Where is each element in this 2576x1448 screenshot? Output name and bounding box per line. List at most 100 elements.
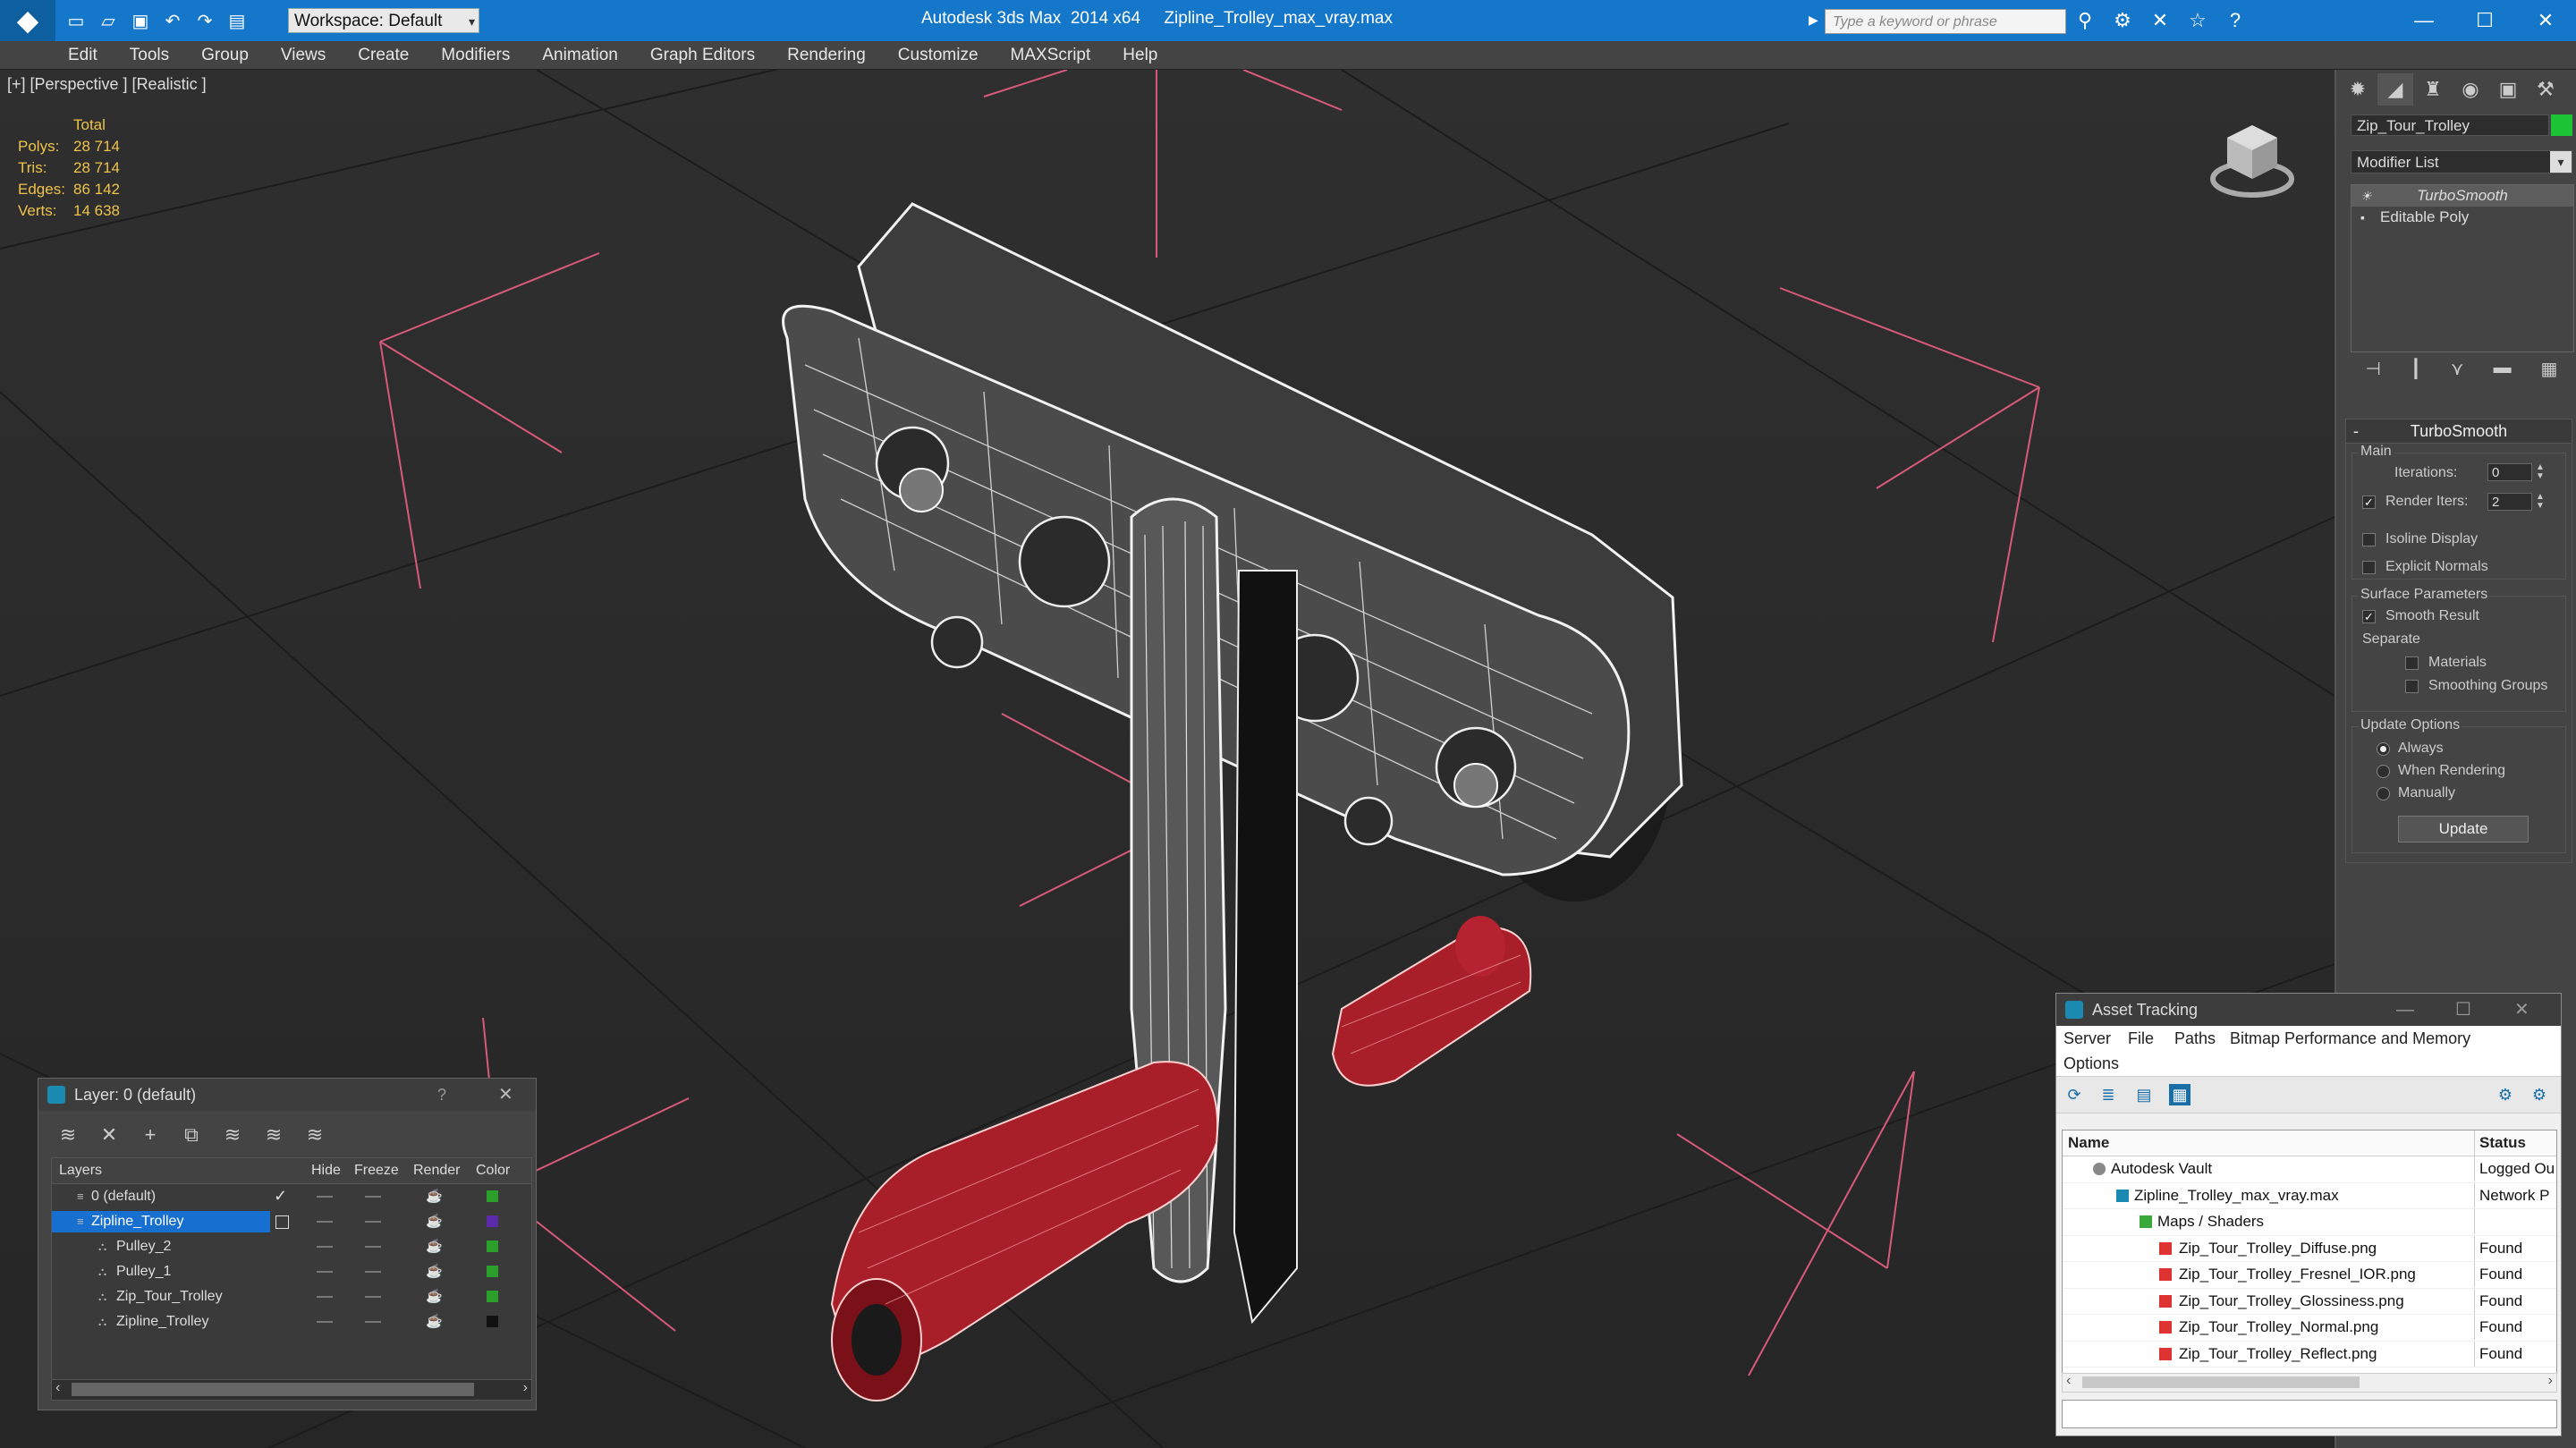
freeze-toggle[interactable] — [365, 1221, 381, 1223]
create-tab-icon[interactable]: ✹ — [2340, 73, 2376, 106]
freeze-toggle[interactable] — [365, 1296, 381, 1298]
asset-name[interactable]: Autodesk Vault — [2111, 1160, 2212, 1178]
close-icon[interactable]: ✕ — [2515, 4, 2576, 38]
layer-row[interactable]: ⛬ Pulley_1 ☕ — [52, 1259, 531, 1284]
asset-dialog-titlebar[interactable]: Asset Tracking — ☐ ✕ — [2056, 994, 2561, 1026]
asset-row[interactable]: Zip_Tour_Trolley_Fresnel_IOR.png Found — [2063, 1262, 2556, 1289]
layer-color-swatch[interactable] — [487, 1316, 498, 1327]
update-button[interactable]: Update — [2398, 816, 2529, 843]
menu-modifiers[interactable]: Modifiers — [441, 46, 510, 65]
turbosmooth-rollout-header[interactable]: - TurboSmooth — [2345, 419, 2572, 444]
freeze-toggle[interactable] — [365, 1246, 381, 1248]
display-tab-icon[interactable]: ▣ — [2490, 73, 2526, 106]
scroll-right-icon[interactable]: › — [2548, 1373, 2553, 1389]
save-icon[interactable]: ▣ — [127, 7, 154, 34]
active-layer-check-icon[interactable]: ✓ — [274, 1187, 287, 1206]
highlight-layer-icon[interactable]: ≋ — [221, 1123, 244, 1147]
layer-color-swatch[interactable] — [487, 1190, 498, 1202]
maximize-icon[interactable]: ☐ — [2455, 994, 2471, 1026]
help-icon[interactable]: ? — [2222, 7, 2249, 34]
col-color[interactable]: Color — [476, 1163, 510, 1179]
object-name[interactable]: Zipline_Trolley — [116, 1314, 208, 1330]
asset-row[interactable]: Zipline_Trolley_max_vray.max Network P — [2063, 1182, 2556, 1209]
select-objects-icon[interactable]: ⧉ — [180, 1123, 203, 1147]
detail-view-icon[interactable]: ▤ — [2133, 1084, 2155, 1105]
undo-icon[interactable]: ↶ — [159, 7, 186, 34]
menu-animation[interactable]: Animation — [542, 46, 618, 65]
layer-color-swatch[interactable] — [487, 1241, 498, 1252]
layer-color-swatch[interactable] — [487, 1291, 498, 1302]
asset-row[interactable]: Maps / Shaders — [2063, 1209, 2556, 1236]
menu-help[interactable]: Help — [1123, 46, 1157, 65]
menu-server[interactable]: Server — [2063, 1029, 2111, 1048]
search-input[interactable]: Type a keyword or phrase — [1825, 9, 2066, 34]
materials-checkbox[interactable] — [2405, 656, 2419, 670]
hide-toggle[interactable] — [317, 1321, 333, 1323]
render-teapot-icon[interactable]: ☕ — [426, 1263, 443, 1279]
object-name-field[interactable]: Zip_Tour_Trolley — [2351, 114, 2549, 136]
asset-row[interactable]: Zip_Tour_Trolley_Reflect.png Found — [2063, 1341, 2556, 1368]
smoothing-groups-checkbox[interactable] — [2405, 680, 2419, 693]
render-iters-spinner[interactable]: 2 — [2487, 493, 2532, 511]
modify-tab-icon[interactable]: ◢ — [2377, 73, 2413, 106]
layer-row[interactable]: ⛬ Pulley_2 ☕ — [52, 1234, 531, 1259]
show-end-result-icon[interactable]: ┃ — [2411, 358, 2421, 380]
menu-graph-editors[interactable]: Graph Editors — [650, 46, 755, 65]
delete-layer-icon[interactable]: ✕ — [97, 1123, 121, 1147]
table-view-icon[interactable]: ▦ — [2169, 1084, 2190, 1105]
menu-bitmap-performance[interactable]: Bitmap Performance and Memory — [2230, 1029, 2470, 1048]
render-teapot-icon[interactable]: ☕ — [426, 1313, 443, 1329]
open-file-icon[interactable]: ▱ — [95, 7, 122, 34]
motion-tab-icon[interactable]: ◉ — [2453, 73, 2488, 106]
hide-toggle[interactable] — [317, 1296, 333, 1298]
list-view-icon[interactable]: ≣ — [2097, 1084, 2119, 1105]
hide-toggle[interactable] — [317, 1246, 333, 1248]
utilities-tab-icon[interactable]: ⚒ — [2528, 73, 2563, 106]
app-logo-icon[interactable]: ◆ — [0, 0, 55, 41]
communication-icon[interactable]: ✕ — [2147, 7, 2174, 34]
menu-customize[interactable]: Customize — [898, 46, 979, 65]
object-name[interactable]: Pulley_2 — [116, 1239, 171, 1255]
vault-connect-icon[interactable]: ⚙ — [2495, 1084, 2516, 1105]
freeze-toggle[interactable] — [365, 1321, 381, 1323]
explicit-normals-checkbox[interactable] — [2362, 561, 2376, 574]
scroll-thumb[interactable] — [2082, 1376, 2360, 1388]
menu-edit[interactable]: Edit — [68, 46, 97, 65]
render-teapot-icon[interactable]: ☕ — [426, 1238, 443, 1254]
update-always-radio[interactable] — [2377, 742, 2390, 756]
menu-rendering[interactable]: Rendering — [787, 46, 866, 65]
object-color-swatch[interactable] — [2551, 114, 2572, 136]
asset-name[interactable]: Zip_Tour_Trolley_Diffuse.png — [2179, 1240, 2377, 1257]
layer-color-swatch[interactable] — [487, 1266, 498, 1277]
render-iters-checkbox[interactable]: ✓ — [2362, 495, 2376, 509]
col-layers[interactable]: Layers — [59, 1163, 102, 1179]
hide-toggle[interactable] — [317, 1271, 333, 1273]
layer-dialog-titlebar[interactable]: Layer: 0 (default) ? ✕ — [38, 1079, 536, 1111]
stack-item-turbosmooth[interactable]: ☀ TurboSmooth — [2351, 185, 2573, 207]
asset-row[interactable]: Autodesk Vault Logged Ou — [2063, 1156, 2556, 1183]
render-teapot-icon[interactable]: ☕ — [426, 1288, 443, 1304]
col-status[interactable]: Status — [2479, 1134, 2526, 1152]
asset-horizontal-scrollbar[interactable]: ‹ › — [2062, 1373, 2557, 1393]
minimize-icon[interactable]: — — [2394, 4, 2454, 38]
close-icon[interactable]: ✕ — [498, 1079, 513, 1111]
project-folder-icon[interactable]: ▤ — [224, 7, 250, 34]
layer-row[interactable]: ⛬ Zip_Tour_Trolley ☕ — [52, 1284, 531, 1309]
scroll-thumb[interactable] — [72, 1383, 474, 1396]
menu-maxscript[interactable]: MAXScript — [1011, 46, 1091, 65]
asset-name[interactable]: Zip_Tour_Trolley_Glossiness.png — [2179, 1292, 2404, 1310]
menu-create[interactable]: Create — [358, 46, 409, 65]
update-when-rendering-radio[interactable] — [2377, 765, 2390, 778]
spinner-arrows-icon[interactable]: ▲ ▼ — [2536, 493, 2545, 511]
layer-color-swatch[interactable] — [487, 1215, 498, 1227]
iterations-spinner[interactable]: 0 — [2487, 463, 2532, 481]
object-name[interactable]: Pulley_1 — [116, 1264, 171, 1280]
asset-name[interactable]: Maps / Shaders — [2157, 1213, 2264, 1231]
menu-options[interactable]: Options — [2063, 1054, 2119, 1073]
minimize-icon[interactable]: — — [2396, 994, 2414, 1026]
col-name[interactable]: Name — [2068, 1134, 2109, 1152]
workspace-select[interactable]: Workspace: Default ▾ — [288, 8, 479, 33]
column-divider[interactable] — [2474, 1130, 2475, 1156]
menu-tools[interactable]: Tools — [130, 46, 169, 65]
render-teapot-icon[interactable]: ☕ — [426, 1188, 443, 1204]
